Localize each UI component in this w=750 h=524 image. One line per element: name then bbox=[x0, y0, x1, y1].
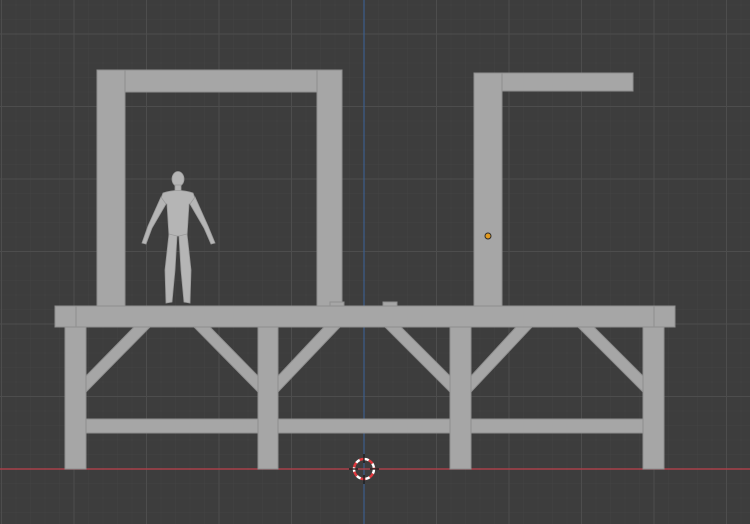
figure-head bbox=[171, 171, 185, 187]
object-origin-marker[interactable] bbox=[484, 232, 492, 240]
lower-rail-3[interactable] bbox=[470, 418, 644, 434]
leg-2[interactable] bbox=[257, 326, 279, 470]
lower-rail-1[interactable] bbox=[85, 418, 259, 434]
leg-1[interactable] bbox=[64, 326, 87, 470]
3d-viewport[interactable] bbox=[0, 0, 750, 524]
leg-3[interactable] bbox=[449, 326, 472, 470]
deck-detail-2 bbox=[382, 301, 398, 307]
frame-right-post[interactable] bbox=[473, 72, 503, 308]
leg-4[interactable] bbox=[642, 326, 665, 470]
frame-left-post-left[interactable] bbox=[96, 69, 126, 308]
lower-rail-2[interactable] bbox=[277, 418, 451, 434]
deck-detail-1 bbox=[329, 301, 345, 307]
frame-left-post-right[interactable] bbox=[316, 69, 343, 308]
frame-left-top-beam[interactable] bbox=[96, 69, 343, 93]
platform-deck[interactable] bbox=[54, 305, 676, 328]
viewport-canvas[interactable] bbox=[0, 0, 750, 524]
